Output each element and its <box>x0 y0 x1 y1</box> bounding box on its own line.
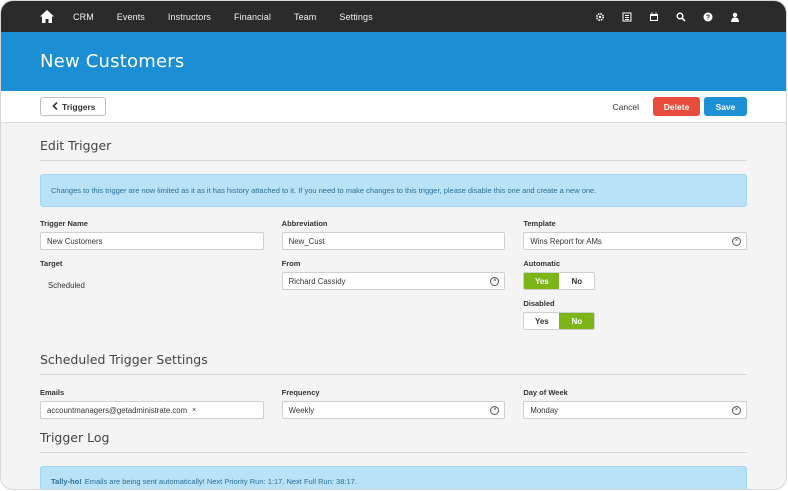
day-of-week-value: Monday <box>530 405 559 415</box>
frequency-select[interactable]: Weekly × <box>281 401 506 419</box>
automatic-toggle: Yes No <box>523 272 596 290</box>
target-value: Scheduled <box>48 281 85 290</box>
form-column-2: Abbreviation New_Cust From Richard Cassi… <box>281 219 506 339</box>
gear-icon[interactable] <box>595 12 605 22</box>
abbreviation-field: Abbreviation New_Cust <box>281 219 506 250</box>
abbreviation-input[interactable]: New_Cust <box>281 232 506 250</box>
emails-field: Emails accountmanagers@getadministrate.c… <box>40 388 264 419</box>
app-window: CRM Events Instructors Financial Team Se… <box>1 1 786 489</box>
clear-icon[interactable]: × <box>490 405 500 415</box>
disabled-label: Disabled <box>523 299 555 308</box>
from-value: Richard Cassidy <box>288 276 346 286</box>
disabled-yes-button[interactable]: Yes <box>524 313 559 329</box>
emails-label: Emails <box>40 388 65 397</box>
template-field: Template Wins Report for AMs × <box>523 219 748 250</box>
from-label: From <box>281 259 301 268</box>
history-notice: Changes to this trigger are now limited … <box>40 174 747 207</box>
disabled-toggle: Yes No <box>523 312 596 330</box>
email-tag-label: accountmanagers@getadministrate.com <box>47 405 188 415</box>
remove-tag-icon[interactable]: × <box>192 407 196 414</box>
chevron-left-icon <box>52 101 58 112</box>
automatic-label: Automatic <box>523 259 561 268</box>
svg-text:?: ? <box>706 14 710 21</box>
trigger-form: Trigger Name New Customers Target Schedu… <box>40 219 748 339</box>
day-of-week-field: Day of Week Monday × <box>523 388 748 419</box>
top-nav: CRM Events Instructors Financial Team Se… <box>1 1 786 32</box>
calendar-icon[interactable] <box>649 12 659 22</box>
trigger-name-value: New Customers <box>47 236 103 246</box>
back-to-triggers-button[interactable]: Triggers <box>40 97 106 116</box>
template-value: Wins Report for AMs <box>530 236 602 246</box>
main-content: Edit Trigger Changes to this trigger are… <box>1 138 786 489</box>
nav-item-team[interactable]: Team <box>294 12 316 22</box>
target-label: Target <box>40 259 63 268</box>
clear-icon[interactable]: × <box>732 236 742 246</box>
nav-item-crm[interactable]: CRM <box>73 12 94 22</box>
action-bar: Triggers Cancel Delete Save <box>1 91 786 123</box>
frequency-label: Frequency <box>281 388 320 397</box>
page-header: New Customers <box>1 32 786 91</box>
from-select[interactable]: Richard Cassidy × <box>281 272 506 290</box>
abbreviation-value: New_Cust <box>288 236 325 246</box>
emails-input[interactable]: accountmanagers@getadministrate.com × <box>40 401 264 419</box>
page-title: New Customers <box>40 51 185 72</box>
template-select[interactable]: Wins Report for AMs × <box>523 232 748 250</box>
trigger-name-field: Trigger Name New Customers <box>40 219 264 250</box>
main-menu: CRM Events Instructors Financial Team Se… <box>73 12 396 22</box>
disabled-no-button[interactable]: No <box>559 313 595 329</box>
search-icon[interactable] <box>676 12 686 22</box>
automatic-yes-button[interactable]: Yes <box>524 273 560 289</box>
template-label: Template <box>523 219 556 228</box>
scheduled-settings-heading: Scheduled Trigger Settings <box>40 352 747 375</box>
frequency-value: Weekly <box>288 405 315 415</box>
abbreviation-label: Abbreviation <box>281 219 328 228</box>
from-field: From Richard Cassidy × <box>281 259 506 290</box>
help-icon[interactable]: ? <box>703 12 713 22</box>
form-column-1: Trigger Name New Customers Target Schedu… <box>40 219 264 339</box>
user-icon[interactable] <box>730 12 740 22</box>
email-tag: accountmanagers@getadministrate.com × <box>47 406 196 415</box>
nav-item-settings[interactable]: Settings <box>339 12 372 22</box>
trigger-name-label: Trigger Name <box>40 219 88 228</box>
day-of-week-select[interactable]: Monday × <box>523 401 748 419</box>
disabled-field: Disabled Yes No <box>523 299 747 330</box>
form-column-3: Template Wins Report for AMs × Automatic… <box>523 219 748 339</box>
home-icon[interactable] <box>39 9 55 25</box>
day-of-week-label: Day of Week <box>523 388 568 397</box>
cancel-button[interactable]: Cancel <box>613 102 639 112</box>
action-buttons: Cancel Delete Save <box>613 97 747 116</box>
edit-trigger-heading: Edit Trigger <box>40 138 747 161</box>
nav-item-instructors[interactable]: Instructors <box>168 12 211 22</box>
log-message: Emails are being sent automatically! Nex… <box>84 476 357 486</box>
nav-item-events[interactable]: Events <box>117 12 145 22</box>
automatic-no-button[interactable]: No <box>559 273 594 289</box>
list-icon[interactable] <box>622 12 632 22</box>
frequency-field: Frequency Weekly × <box>281 388 506 419</box>
automatic-field: Automatic Yes No <box>523 259 747 290</box>
save-button[interactable]: Save <box>704 97 747 116</box>
back-button-label: Triggers <box>62 101 96 112</box>
trigger-log-notice: Tally-ho! Emails are being sent automati… <box>40 466 747 489</box>
scheduled-form: Emails accountmanagers@getadministrate.c… <box>40 388 748 419</box>
clear-icon[interactable]: × <box>732 405 742 415</box>
trigger-log-heading: Trigger Log <box>40 430 747 453</box>
clear-icon[interactable]: × <box>490 276 500 286</box>
target-field: Target Scheduled <box>40 259 264 290</box>
trigger-name-input[interactable]: New Customers <box>40 232 264 250</box>
log-lead: Tally-ho! <box>51 476 82 486</box>
delete-button[interactable]: Delete <box>653 97 700 116</box>
nav-icons: ? <box>578 12 740 22</box>
nav-item-financial[interactable]: Financial <box>234 12 271 22</box>
